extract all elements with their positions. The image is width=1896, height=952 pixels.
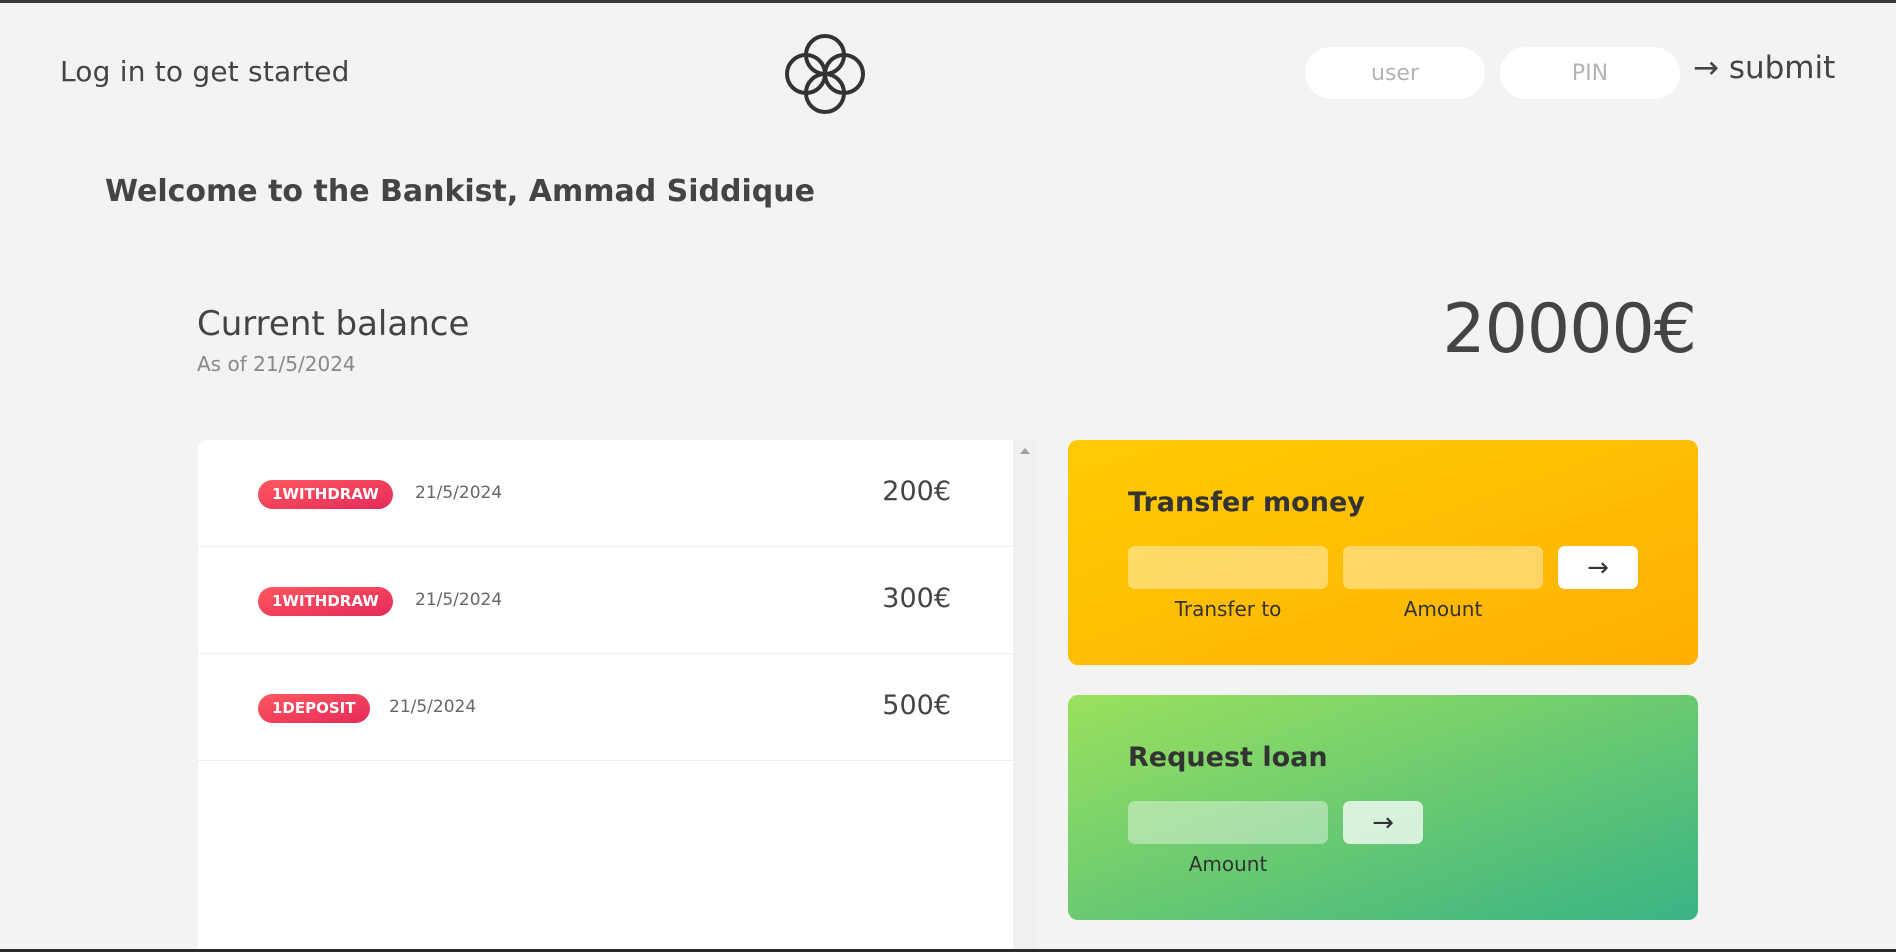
- loan-submit-button[interactable]: →: [1343, 801, 1423, 844]
- movement-value: 200€: [882, 476, 951, 507]
- top-nav: Log in to get started → submit: [0, 3, 1896, 143]
- loan-panel: Request loan → Amount: [1068, 695, 1698, 920]
- movement-date: 21/5/2024: [389, 697, 477, 717]
- transfer-panel: Transfer money → Transfer to Amount: [1068, 440, 1698, 665]
- transfer-to-label: Transfer to: [1174, 597, 1282, 621]
- movement-type-badge: 1deposit: [258, 694, 370, 723]
- transfer-to-input[interactable]: [1128, 546, 1328, 589]
- login-user-input[interactable]: [1305, 47, 1485, 99]
- movement-row: 1deposit 21/5/2024 500€: [198, 654, 1013, 761]
- movement-date: 21/5/2024: [415, 483, 503, 503]
- transfer-submit-button[interactable]: →: [1558, 546, 1638, 589]
- loan-title: Request loan: [1128, 742, 1328, 773]
- movement-value: 500€: [882, 690, 951, 721]
- movements-list[interactable]: 1withdraw 21/5/2024 200€ 1withdraw 21/5/…: [198, 440, 1013, 949]
- movements-scrollbar[interactable]: [1013, 440, 1037, 949]
- balance-date: As of 21/5/2024: [197, 352, 356, 376]
- movement-row: 1withdraw 21/5/2024 300€: [198, 547, 1013, 654]
- movement-date: 21/5/2024: [415, 590, 503, 610]
- movement-type-badge: 1withdraw: [258, 480, 393, 509]
- loan-amount-input[interactable]: [1128, 801, 1328, 844]
- movement-value: 300€: [882, 583, 951, 614]
- transfer-amount-input[interactable]: [1343, 546, 1543, 589]
- balance-value: 20000€: [1442, 290, 1697, 369]
- movement-type-badge: 1withdraw: [258, 587, 393, 616]
- balance-label: Current balance: [197, 304, 470, 344]
- transfer-amount-label: Amount: [1403, 597, 1483, 621]
- movement-row: 1withdraw 21/5/2024 200€: [198, 440, 1013, 547]
- transfer-title: Transfer money: [1128, 487, 1365, 518]
- welcome-heading: Welcome to the Bankist, Ammad Siddique: [105, 174, 815, 209]
- login-prompt: Log in to get started: [60, 55, 350, 88]
- bankist-logo-icon: [785, 34, 865, 114]
- login-pin-input[interactable]: [1500, 47, 1680, 99]
- login-submit-button[interactable]: → submit: [1693, 50, 1835, 86]
- loan-amount-label: Amount: [1188, 852, 1268, 876]
- scroll-up-arrow-icon[interactable]: [1020, 448, 1030, 454]
